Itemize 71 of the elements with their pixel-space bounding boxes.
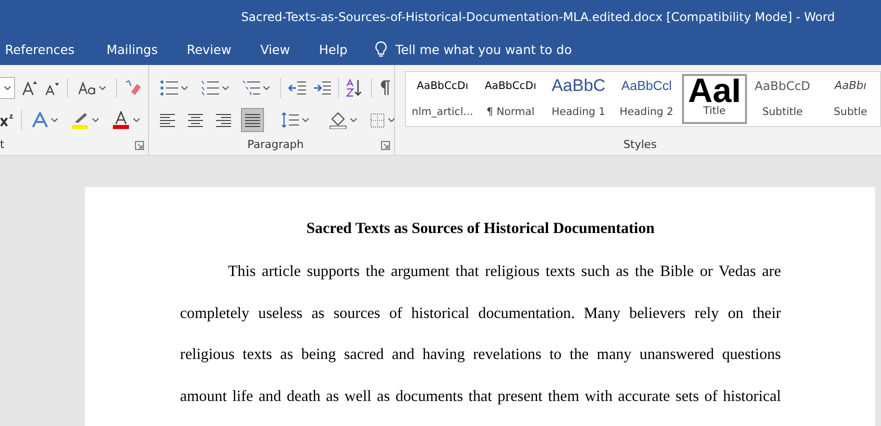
style-item[interactable]: AaI Title [682, 74, 747, 124]
increase-indent-icon[interactable] [313, 81, 331, 95]
change-case-icon [78, 81, 96, 95]
alignment-icon [188, 112, 203, 128]
group-label: t [0, 138, 4, 153]
style-name: Title [703, 105, 726, 117]
style-preview: AaBbCcD [754, 78, 810, 94]
decrease-indent-icon[interactable] [288, 81, 306, 95]
multilevel-list-icon [242, 80, 260, 96]
outlined-letter-icon [32, 112, 48, 128]
caret-icon[interactable] [302, 118, 309, 122]
style-preview: AaBbı [834, 78, 866, 94]
numbered-list-icon [201, 80, 219, 96]
eraser-icon[interactable] [124, 80, 142, 96]
style-name: Subtitle [762, 106, 803, 118]
lightbulb-icon[interactable] [375, 40, 388, 58]
pilcrow-icon[interactable] [379, 80, 391, 96]
alignment-icon [216, 112, 231, 128]
bullet-list-icon [160, 80, 178, 96]
group-label: Styles [623, 138, 657, 153]
ribbon-tab[interactable]: References [0, 42, 86, 56]
grow-font-icon[interactable] [22, 80, 38, 96]
caret-icon[interactable] [388, 118, 395, 122]
style-preview: AaI [688, 79, 741, 103]
style-name: Subtle [834, 106, 868, 118]
ribbon-tab[interactable]: Mailings [101, 42, 169, 56]
style-item[interactable]: AaBbCcDı ¶ Normal [478, 74, 543, 124]
tell-me-field[interactable]: Tell me what you want to do [395, 42, 596, 56]
caret-icon[interactable] [263, 86, 270, 90]
ribbon-tab[interactable]: Help [314, 42, 358, 56]
window-title: Sacred-Texts-as-Sources-of-Historical-Documentation-MLA.edited.docx [Compatibility Mode] - Word [241, 10, 835, 24]
paint-bucket-icon [329, 111, 347, 129]
style-item[interactable]: AaBbı Subtle [818, 74, 880, 124]
borders-icon [370, 112, 385, 128]
font-size-dropdown[interactable] [0, 77, 15, 99]
caret-icon[interactable] [181, 86, 188, 90]
dialog-launcher-icon[interactable] [135, 141, 144, 150]
style-item[interactable]: AaBbCcD Subtitle [750, 74, 815, 124]
style-preview: AaBbC [552, 78, 606, 94]
superscript-icon[interactable] [0, 113, 14, 127]
style-item[interactable]: AaBbC Heading 1 [546, 74, 611, 124]
caret-icon[interactable] [133, 118, 140, 122]
caret-icon[interactable] [99, 86, 106, 90]
dialog-launcher-icon[interactable] [381, 141, 390, 150]
style-name: Heading 1 [552, 106, 606, 118]
alignment-icon [245, 112, 260, 128]
style-name: ¶ Normal [486, 106, 534, 118]
highlighter-icon [71, 111, 89, 129]
style-name: Heading 2 [620, 106, 674, 118]
ribbon-tab[interactable]: View [255, 42, 301, 56]
caret-icon[interactable] [222, 86, 229, 90]
group-label: Paragraph [247, 138, 304, 153]
align-button[interactable] [241, 108, 264, 132]
caret-icon[interactable] [350, 118, 357, 122]
caret-icon[interactable] [92, 118, 99, 122]
alignment-icon [160, 112, 175, 128]
style-item[interactable]: AaBbCcDı nlm_articl... [410, 74, 475, 124]
document-heading: Sacred Texts as Sources of Historical Documentation [305, 220, 656, 238]
style-preview: AaBbCcDı [484, 79, 536, 94]
caret-icon[interactable] [51, 118, 58, 122]
font-color-icon [112, 111, 130, 129]
sort-icon[interactable] [346, 79, 364, 97]
caret-icon[interactable] [4, 86, 10, 90]
style-preview: AaBbCcl [621, 78, 672, 94]
style-item[interactable]: AaBbCcl Heading 2 [614, 74, 679, 124]
style-preview: AaBbCcDı [416, 79, 468, 94]
shrink-font-icon[interactable] [45, 80, 60, 96]
ribbon-tab[interactable]: Review [182, 42, 242, 56]
line-spacing-icon [281, 112, 299, 128]
style-name: nlm_articl... [412, 106, 474, 118]
document-paragraph: This article supports the argument that religious texts such as the Bible or Vedas are completely useless as sources of historical documentation. Many believers rely on their religious texts as being sacred and having revelations to the many unanswered questions amount life and death as well as documents that present them with accurate sets of historical [180, 262, 781, 406]
